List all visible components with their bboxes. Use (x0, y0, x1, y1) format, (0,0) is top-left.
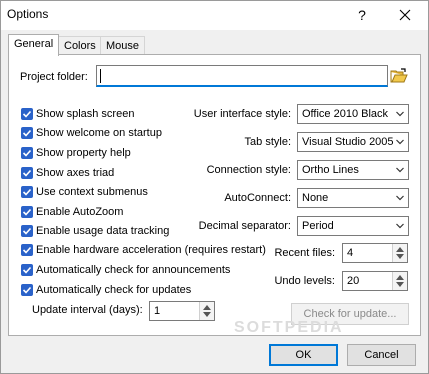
ui-style-label: User interface style: (193, 108, 291, 120)
ok-button[interactable]: OK (269, 344, 338, 366)
project-folder-label: Project folder: (20, 71, 88, 83)
chevron-down-icon (396, 111, 404, 117)
show-splash-screen-checkbox[interactable] (21, 108, 33, 120)
decimal-separator-value: Period (302, 220, 334, 232)
show-welcome-checkbox[interactable] (21, 127, 33, 139)
connection-style-select[interactable]: Ortho Lines (297, 160, 409, 180)
chevron-down-icon (396, 195, 404, 201)
close-icon[interactable] (394, 4, 416, 26)
enable-usage-tracking-label: Enable usage data tracking (36, 225, 170, 237)
connection-style-label: Connection style: (206, 164, 291, 176)
spin-up-icon[interactable] (203, 305, 211, 310)
check-announcements-label: Automatically check for announcements (36, 264, 231, 276)
help-icon[interactable]: ? (351, 4, 373, 26)
update-interval-label: Update interval (days): (32, 304, 143, 316)
spin-down-icon[interactable] (203, 312, 211, 317)
autoconnect-select[interactable]: None (297, 188, 409, 208)
decimal-separator-label: Decimal separator: (198, 220, 291, 232)
enable-hardware-acceleration-checkbox[interactable] (21, 244, 33, 256)
show-axes-triad-checkbox[interactable] (21, 167, 33, 179)
tab-style-label: Tab style: (244, 136, 291, 148)
undo-levels-spinner[interactable]: 20 (342, 271, 408, 291)
chevron-down-icon (396, 139, 404, 145)
undo-levels-value: 20 (347, 275, 360, 287)
recent-files-label: Recent files: (274, 247, 335, 259)
watermark: SOFTPEDIA (234, 319, 344, 336)
decimal-separator-select[interactable]: Period (297, 216, 409, 236)
undo-levels-label: Undo levels: (274, 275, 335, 287)
options-dialog: Options ? General Colors Mouse Project f… (0, 0, 429, 374)
update-interval-spinner[interactable]: 1 (149, 301, 215, 321)
spin-up-icon[interactable] (396, 247, 404, 252)
check-updates-label: Automatically check for updates (36, 284, 192, 296)
enable-hardware-acceleration-label: Enable hardware acceleration (requires r… (36, 244, 266, 256)
project-folder-input[interactable] (96, 65, 388, 87)
check-updates-checkbox[interactable] (21, 284, 33, 296)
tab-colors[interactable]: Colors (58, 36, 102, 55)
ui-style-value: Office 2010 Black (302, 108, 389, 120)
autoconnect-label: AutoConnect: (224, 192, 291, 204)
update-interval-value: 1 (154, 305, 161, 317)
tab-mouse[interactable]: Mouse (100, 36, 146, 55)
cancel-button[interactable]: Cancel (347, 344, 416, 366)
recent-files-value: 4 (347, 247, 354, 259)
autoconnect-value: None (302, 192, 329, 204)
open-folder-icon[interactable] (389, 67, 409, 85)
show-property-help-label: Show property help (36, 147, 131, 159)
show-property-help-checkbox[interactable] (21, 147, 33, 159)
use-context-submenus-checkbox[interactable] (21, 186, 33, 198)
enable-autozoom-label: Enable AutoZoom (36, 206, 124, 218)
show-splash-screen-label: Show splash screen (36, 108, 135, 120)
tab-general[interactable]: General (8, 34, 60, 56)
check-announcements-checkbox[interactable] (21, 264, 33, 276)
tab-style-select[interactable]: Visual Studio 2005 (297, 132, 409, 152)
tab-style-value: Visual Studio 2005 (302, 136, 394, 148)
spin-down-icon[interactable] (396, 282, 404, 287)
connection-style-value: Ortho Lines (302, 164, 359, 176)
enable-autozoom-checkbox[interactable] (21, 206, 33, 218)
chevron-down-icon (396, 167, 404, 173)
title-bar: Options ? (1, 1, 428, 30)
chevron-down-icon (396, 223, 404, 229)
use-context-submenus-label: Use context submenus (36, 186, 148, 198)
show-axes-triad-label: Show axes triad (36, 167, 115, 179)
show-welcome-label: Show welcome on startup (36, 127, 162, 139)
spin-down-icon[interactable] (396, 254, 404, 259)
spin-up-icon[interactable] (396, 275, 404, 280)
enable-usage-tracking-checkbox[interactable] (21, 225, 33, 237)
ui-style-select[interactable]: Office 2010 Black (297, 104, 409, 124)
window-title: Options (7, 7, 49, 21)
recent-files-spinner[interactable]: 4 (342, 243, 408, 263)
text-caret (100, 69, 101, 83)
